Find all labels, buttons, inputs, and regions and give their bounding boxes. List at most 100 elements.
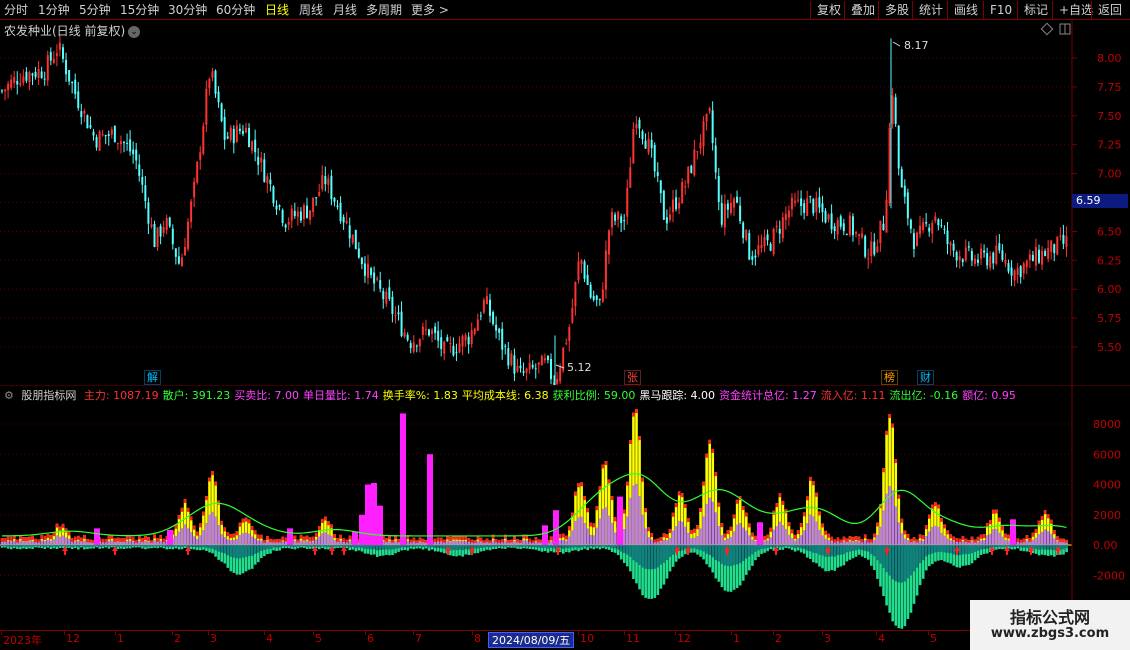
inflow-bar-cap xyxy=(119,538,123,543)
inflow-bar-cap xyxy=(131,536,135,541)
candle-body xyxy=(525,368,528,373)
candle-body xyxy=(607,230,610,255)
outflow-bar-core xyxy=(915,545,919,568)
candle-body xyxy=(946,230,949,245)
retail-bar xyxy=(318,536,321,545)
inflow-bar-cap xyxy=(116,537,120,542)
retail-bar xyxy=(909,542,913,545)
retail-bar xyxy=(629,497,632,545)
candle-body xyxy=(205,88,208,125)
candle-body xyxy=(290,208,293,221)
outflow-bar-core xyxy=(928,545,931,555)
outflow-bar-core xyxy=(973,545,977,552)
inflow-bar-cap xyxy=(232,533,236,538)
indicator-chart[interactable]: 8000 6000 4000 2000 0.00 -2000 xyxy=(0,385,1130,630)
candle-body xyxy=(132,149,135,155)
candle-body xyxy=(623,220,626,222)
outflow-bar-core xyxy=(741,545,745,562)
candle-body xyxy=(787,210,790,218)
outflow-bar-core xyxy=(379,545,382,550)
outflow-bar-core xyxy=(482,545,486,548)
candle-body xyxy=(104,134,107,137)
period-tab-monthly[interactable]: 月线 xyxy=(333,1,357,19)
outflow-bar-core xyxy=(699,545,702,551)
add-favorite-button[interactable]: +自选 xyxy=(1052,1,1093,19)
retail-bar xyxy=(330,535,333,545)
inflow-bar-cap xyxy=(247,519,251,524)
candle-body xyxy=(284,224,287,228)
f10-button[interactable]: F10 xyxy=(983,1,1012,19)
retail-bar xyxy=(497,542,501,545)
outflow-bar-core xyxy=(1016,545,1020,547)
inflow-bar-cap xyxy=(720,523,724,528)
candle-body xyxy=(467,336,470,345)
outflow-bar-core xyxy=(766,545,769,548)
event-mark-finance[interactable]: 财 xyxy=(917,370,934,385)
indicator-field-label: 资金统计总亿: xyxy=(719,389,789,402)
outflow-bar-core xyxy=(809,545,812,552)
candle-body xyxy=(861,233,864,238)
period-tab-daily[interactable]: 日线 xyxy=(265,1,289,19)
period-tab-multi[interactable]: 多周期 xyxy=(366,1,402,19)
outflow-bar-core xyxy=(171,545,175,547)
draw-line-button[interactable]: 画线 xyxy=(947,1,978,19)
period-tab-60min[interactable]: 60分钟 xyxy=(216,1,255,19)
outflow-bar-core xyxy=(189,545,193,547)
retail-bar xyxy=(107,540,111,545)
retail-bar xyxy=(665,540,669,545)
period-tab-more[interactable]: 更多 > xyxy=(411,1,449,19)
candle-body xyxy=(626,187,629,217)
period-tab-fenshi[interactable]: 分时 xyxy=(4,1,28,19)
outflow-bar-core xyxy=(116,545,120,547)
indicator-settings-icon[interactable]: ⚙ xyxy=(4,389,14,402)
diamond-icon[interactable] xyxy=(1040,22,1054,36)
candle-body xyxy=(312,197,315,212)
mark-button[interactable]: 标记 xyxy=(1017,1,1048,19)
outflow-bar-core xyxy=(260,545,263,551)
inflow-bar-cap xyxy=(626,481,629,486)
volume-ratio-bar xyxy=(167,529,173,545)
outflow-bar-core xyxy=(705,545,708,554)
inflow-bar-cap xyxy=(305,535,309,540)
back-button[interactable]: 返回 xyxy=(1091,1,1122,19)
candle-body xyxy=(58,42,61,50)
candle-body xyxy=(16,80,19,85)
event-mark-limit-up[interactable]: 张 xyxy=(624,370,641,385)
retail-bar xyxy=(778,521,782,545)
event-mark-billboard[interactable]: 榜 xyxy=(881,370,898,385)
candle-body xyxy=(1007,263,1010,272)
outflow-bar-core xyxy=(214,545,217,551)
inflow-bar-cap xyxy=(888,413,891,418)
outflow-bar-core xyxy=(842,545,846,555)
statistics-button[interactable]: 统计 xyxy=(912,1,943,19)
candle-body xyxy=(357,248,360,258)
candle-body xyxy=(614,214,617,221)
overlay-button[interactable]: 叠加 xyxy=(844,1,875,19)
period-tab-30min[interactable]: 30分钟 xyxy=(168,1,207,19)
multi-stock-button[interactable]: 多股 xyxy=(878,1,909,19)
period-tab-weekly[interactable]: 周线 xyxy=(299,1,323,19)
kline-chart[interactable]: 8.007.757.507.257.006.756.506.256.005.75… xyxy=(0,20,1130,385)
candle-body xyxy=(449,343,452,345)
retail-bar xyxy=(897,522,901,545)
outflow-bar-core xyxy=(318,545,321,547)
candle-body xyxy=(955,252,958,261)
retail-bar xyxy=(153,540,156,545)
indicator-name[interactable]: 股朋指标网 xyxy=(21,389,76,402)
candle-body xyxy=(287,222,290,225)
retail-bar xyxy=(1059,542,1062,545)
inflow-bar-cap xyxy=(211,471,214,476)
outflow-bar-core xyxy=(467,545,471,550)
fuquan-button[interactable]: 复权 xyxy=(810,1,841,19)
inflow-bar-cap xyxy=(318,526,321,531)
outflow-bar-core xyxy=(415,545,419,547)
event-mark-unlock[interactable]: 解 xyxy=(144,370,161,385)
period-tab-5min[interactable]: 5分钟 xyxy=(79,1,111,19)
inflow-bar-cap xyxy=(894,459,898,464)
candle-body xyxy=(232,128,235,144)
retail-bar xyxy=(418,541,422,545)
period-tab-15min[interactable]: 15分钟 xyxy=(120,1,159,19)
outflow-bar-core xyxy=(519,545,522,547)
outflow-bar-core xyxy=(28,545,31,547)
period-tab-1min[interactable]: 1分钟 xyxy=(38,1,70,19)
